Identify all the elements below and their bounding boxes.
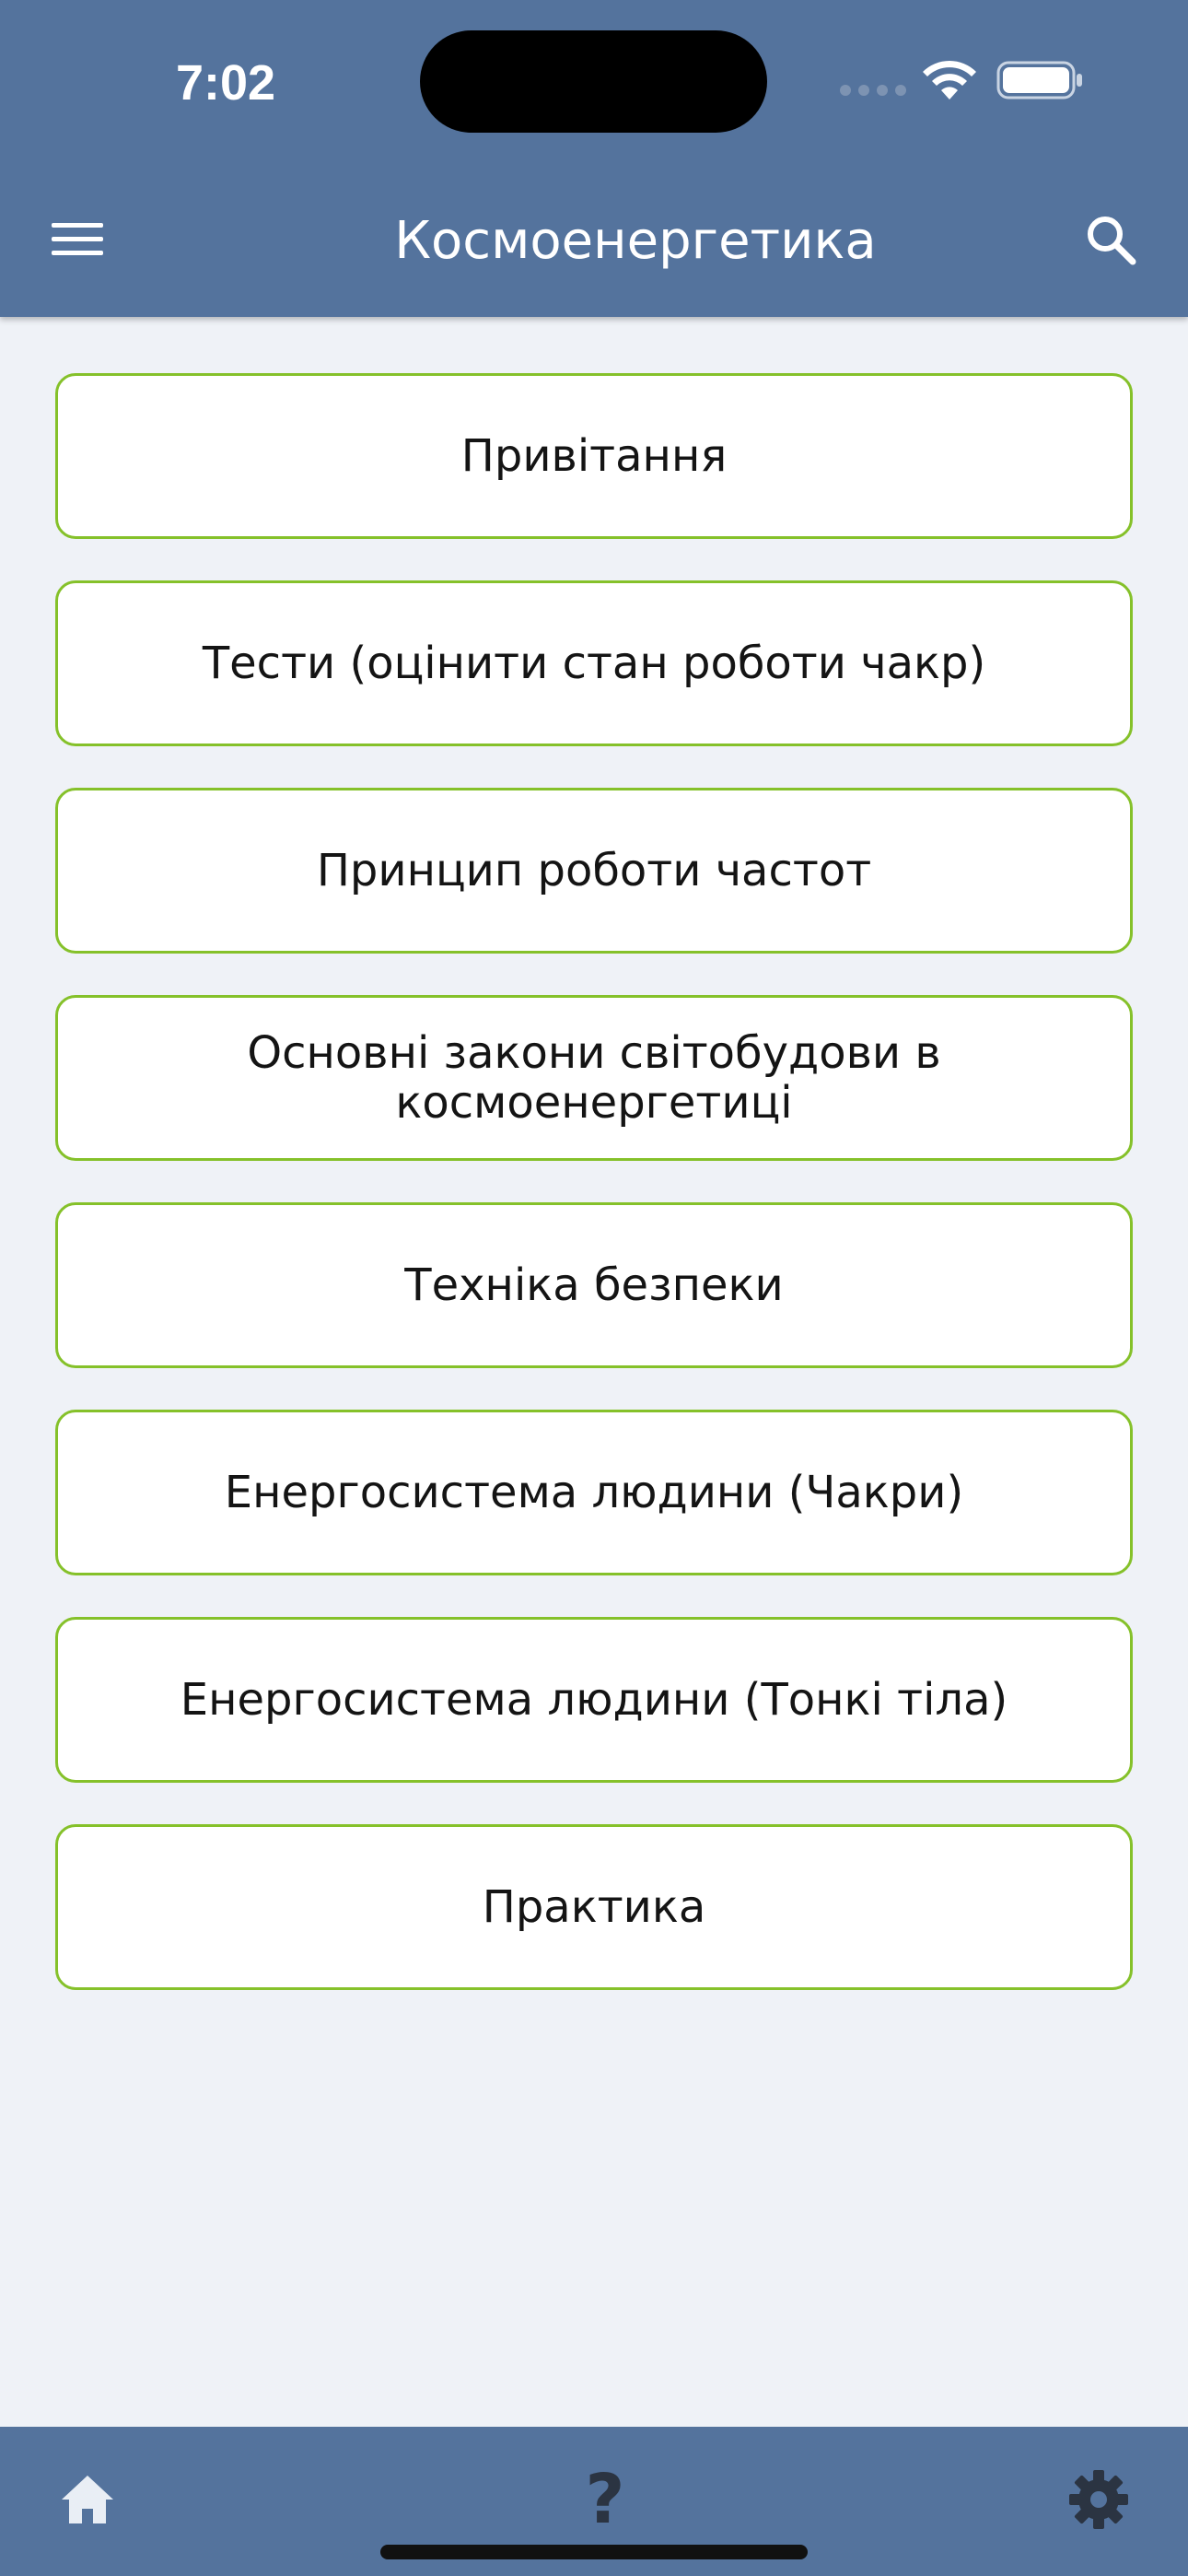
help-button[interactable]: ? xyxy=(564,2458,646,2541)
menu-item-safety[interactable]: Техніка безпеки xyxy=(55,1202,1133,1368)
status-time: 7:02 xyxy=(175,55,276,111)
menu-item-practice[interactable]: Практика xyxy=(55,1824,1133,1990)
menu-item-universe-laws[interactable]: Основні закони світобудови в космоенерге… xyxy=(55,995,1133,1161)
page-title: Космоенергетика xyxy=(394,211,877,271)
dynamic-island xyxy=(420,30,767,133)
wifi-icon xyxy=(923,60,976,100)
menu-item-subtle-bodies[interactable]: Енергосистема людини (Тонкі тіла) xyxy=(55,1617,1133,1783)
menu-item-frequency-principle[interactable]: Принцип роботи частот xyxy=(55,788,1133,954)
home-button[interactable] xyxy=(46,2458,129,2541)
menu-list: Привітання Тести (оцінити стан роботи ча… xyxy=(55,373,1133,2032)
bottom-tab-bar: ? xyxy=(0,2427,1188,2576)
menu-item-chakras[interactable]: Енергосистема людини (Чакри) xyxy=(55,1410,1133,1575)
help-icon: ? xyxy=(585,2460,625,2539)
settings-button[interactable] xyxy=(1057,2458,1140,2541)
search-icon xyxy=(1088,217,1136,265)
hamburger-menu-icon xyxy=(52,223,103,255)
gear-icon xyxy=(1069,2470,1128,2529)
top-bar: 7:02 Космоенергетика xyxy=(0,0,1188,317)
cellular-signal-icon xyxy=(840,85,906,96)
menu-item-tests[interactable]: Тести (оцінити стан роботи чакр) xyxy=(55,580,1133,746)
home-indicator[interactable] xyxy=(380,2545,808,2559)
menu-item-greeting[interactable]: Привітання xyxy=(55,373,1133,539)
home-icon xyxy=(62,2476,113,2523)
battery-icon xyxy=(996,61,1082,100)
search-button[interactable] xyxy=(1074,203,1147,276)
menu-button[interactable] xyxy=(41,203,114,276)
